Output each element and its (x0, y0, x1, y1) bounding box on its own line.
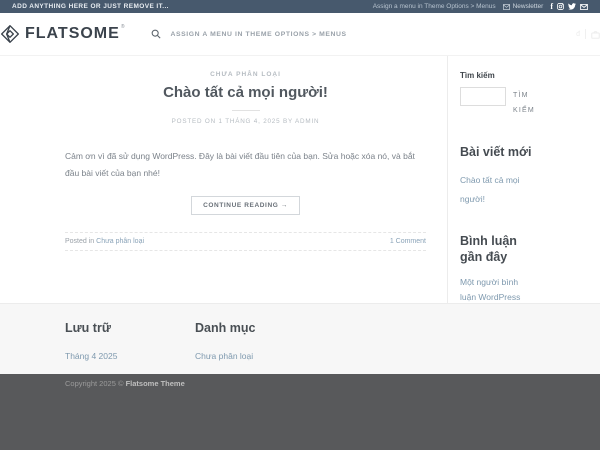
main-content: CHƯA PHÂN LOẠI Chào tất cả mọi người! PO… (0, 56, 600, 303)
newsletter-label: Newsletter (513, 3, 544, 10)
email-icon[interactable] (580, 4, 588, 10)
title-divider (232, 110, 260, 111)
post-footer-meta: Posted in Chưa phân loại 1 Comment (65, 232, 426, 251)
absolute-footer: Copyright 2025 © Flatsome Theme (0, 374, 600, 450)
post-category-link[interactable]: CHƯA PHÂN LOẠI (210, 71, 281, 78)
cart-basket-icon[interactable] (591, 30, 600, 39)
posted-in-category-link[interactable]: Chưa phân loại (96, 238, 144, 245)
recent-post-link[interactable]: Chào tất cả mọi người! (460, 175, 520, 204)
recent-posts-title: Bài viết mới (460, 145, 535, 161)
recent-posts-widget: Bài viết mới Chào tất cả mọi người! (460, 145, 535, 207)
topbar-message: ADD ANYTHING HERE OR JUST REMOVE IT... (12, 3, 169, 10)
post-meta: POSTED ON 1 THÁNG 4, 2025 BY ADMIN (65, 118, 426, 125)
search-icon[interactable] (151, 29, 161, 39)
archives-widget: Lưu trữ Tháng 4 2025 (65, 321, 195, 364)
newsletter-link[interactable]: Newsletter (503, 3, 544, 10)
site-logo[interactable]: FLATSOME ® (0, 24, 125, 44)
archive-link[interactable]: Tháng 4 2025 (65, 351, 117, 361)
comment-author-link[interactable]: Một người bình luận WordPress (460, 277, 520, 303)
copyright-brand: Flatsome Theme (126, 379, 185, 388)
search-widget: Tìm kiếm TÌM KIẾM (460, 71, 535, 118)
category-link[interactable]: Chưa phân loại (195, 351, 253, 361)
search-widget-label: Tìm kiếm (460, 71, 535, 80)
posted-in-prefix: Posted in (65, 238, 96, 245)
search-submit-button[interactable]: TÌM KIẾM (513, 87, 535, 118)
topbar-menu-hint-link[interactable]: Assign a menu in Theme Options > Menus (373, 3, 496, 10)
post-excerpt: Cảm ơn vì đã sử dụng WordPress. Đây là b… (65, 148, 426, 181)
flatsome-gem-icon (0, 24, 20, 44)
footer-widgets: Lưu trữ Tháng 4 2025 Danh mục Chưa phân … (0, 303, 600, 374)
archives-title: Lưu trữ (65, 321, 195, 335)
facebook-icon[interactable]: f (550, 4, 553, 10)
envelope-icon (503, 4, 510, 10)
search-input[interactable] (460, 87, 506, 106)
header-divider (585, 29, 586, 39)
site-header: FLATSOME ® ASSIGN A MENU IN THEME OPTION… (0, 13, 600, 56)
posted-in: Posted in Chưa phân loại (65, 238, 144, 245)
post-category: CHƯA PHÂN LOẠI (65, 71, 426, 78)
categories-widget: Danh mục Chưa phân loại (195, 321, 325, 364)
registered-mark: ® (121, 24, 125, 30)
continue-reading-button[interactable]: CONTINUE READING → (191, 196, 300, 215)
cart-total[interactable]: đ (576, 31, 580, 38)
logo-text: FLATSOME (25, 24, 120, 44)
post-title: Chào tất cả mọi người! (65, 84, 426, 101)
categories-title: Danh mục (195, 321, 325, 335)
copyright-prefix: Copyright 2025 © (65, 379, 126, 388)
instagram-icon[interactable] (557, 3, 564, 10)
twitter-icon[interactable] (568, 3, 576, 10)
topbar: ADD ANYTHING HERE OR JUST REMOVE IT... A… (0, 0, 600, 13)
blog-post: CHƯA PHÂN LOẠI Chào tất cả mọi người! PO… (65, 56, 447, 338)
copyright: Copyright 2025 © Flatsome Theme (65, 379, 535, 388)
nav-menu-hint-link[interactable]: ASSIGN A MENU IN THEME OPTIONS > MENUS (171, 31, 347, 38)
comments-link[interactable]: 1 Comment (390, 238, 426, 245)
recent-comments-title: Bình luận gần đây (460, 234, 535, 265)
sidebar: Tìm kiếm TÌM KIẾM Bài viết mới Chào tất … (447, 56, 535, 338)
